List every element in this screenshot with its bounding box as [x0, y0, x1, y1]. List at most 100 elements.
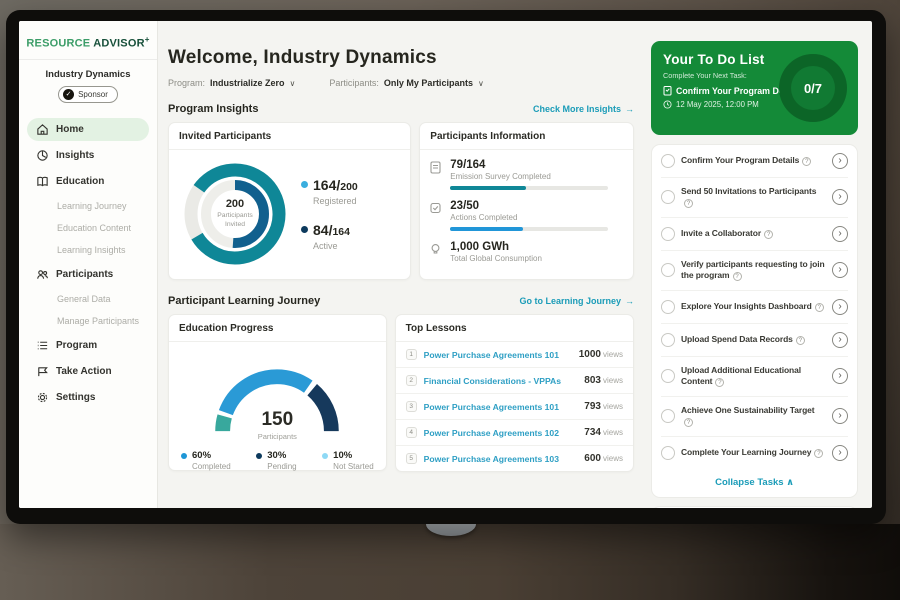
sponsor-badge[interactable]: ✓ Sponsor: [58, 86, 118, 103]
question-icon[interactable]: ?: [802, 157, 811, 166]
monitor-bezel: RESOURCE ADVISOR+ Industry Dynamics ✓ Sp…: [6, 10, 886, 524]
collapse-tasks-link[interactable]: Collapse Tasks ∧: [661, 469, 848, 497]
lesson-row: 2 Financial Considerations - VPPAs 803 v…: [396, 368, 633, 394]
task-label[interactable]: Send 50 Invitations to Participants?: [681, 186, 826, 209]
lesson-link[interactable]: Power Purchase Agreements 101: [424, 350, 579, 360]
question-icon[interactable]: ?: [715, 378, 724, 387]
invited-participants-card: Invited Participants 200: [168, 122, 411, 280]
lesson-link[interactable]: Power Purchase Agreements 101: [424, 402, 585, 412]
chevron-right-icon[interactable]: ›: [832, 189, 848, 205]
sidebar-item-general-data[interactable]: General Data: [27, 289, 149, 309]
completed-dot-icon: [181, 453, 187, 459]
lesson-views: 1000: [579, 349, 601, 360]
question-icon[interactable]: ?: [815, 303, 824, 312]
chevron-right-icon[interactable]: ›: [832, 368, 848, 384]
task-checkbox[interactable]: [661, 154, 675, 168]
active-label: Active: [313, 241, 358, 251]
gauge-legend: 60% Completed 30% Pending 10%: [169, 438, 386, 471]
question-icon[interactable]: ?: [684, 418, 693, 427]
question-icon[interactable]: ?: [796, 336, 805, 345]
lesson-link[interactable]: Power Purchase Agreements 103: [424, 454, 585, 464]
task-checkbox[interactable]: [661, 300, 675, 314]
question-icon[interactable]: ?: [764, 230, 773, 239]
chevron-right-icon[interactable]: ›: [832, 445, 848, 461]
todo-counter: 0/7: [791, 66, 835, 110]
task-label[interactable]: Verify participants requesting to join t…: [681, 259, 826, 282]
chevron-right-icon[interactable]: ›: [832, 332, 848, 348]
question-icon[interactable]: ?: [814, 449, 823, 458]
sidebar-item-education[interactable]: Education: [27, 170, 149, 193]
task-checkbox[interactable]: [661, 446, 675, 460]
chevron-right-icon[interactable]: ›: [832, 299, 848, 315]
chevron-right-icon[interactable]: ›: [832, 226, 848, 242]
task-checkbox[interactable]: [661, 190, 675, 204]
pending-pct: 30%: [267, 450, 296, 461]
task-row: Confirm Your Program Details? ›: [661, 145, 848, 178]
task-label[interactable]: Invite a Collaborator?: [681, 228, 826, 239]
sidebar-item-label: Home: [56, 124, 84, 135]
active-numerator: 84/: [313, 222, 332, 238]
learning-cards-row: Education Progress 150 Participants: [168, 314, 634, 472]
task-label[interactable]: Confirm Your Program Details?: [681, 155, 826, 166]
chevron-right-icon[interactable]: ›: [832, 262, 848, 278]
lesson-row: 5 Power Purchase Agreements 103 600 view…: [396, 446, 633, 471]
filters-row: Program: Industrialize Zero ∨ Participan…: [168, 78, 634, 88]
page-title: Welcome, Industry Dynamics: [168, 47, 634, 69]
question-icon[interactable]: ?: [684, 199, 693, 208]
lesson-views-suffix: views: [603, 428, 623, 437]
task-label[interactable]: Achieve One Sustainability Target?: [681, 405, 826, 428]
book-icon: [36, 175, 49, 188]
sidebar-item-home[interactable]: Home: [27, 118, 149, 141]
go-to-learning-journey-link[interactable]: Go to Learning Journey →: [519, 296, 634, 306]
legend-not-started: 10% Not Started: [322, 450, 373, 471]
todo-progress-ring: 0/7: [779, 54, 847, 122]
sidebar-item-settings[interactable]: Settings: [27, 386, 149, 409]
app-logo[interactable]: RESOURCE ADVISOR+: [19, 29, 157, 60]
sidebar-item-learning-journey[interactable]: Learning Journey: [27, 196, 149, 216]
task-row: Achieve One Sustainability Target? ›: [661, 397, 848, 437]
photo-background: RESOURCE ADVISOR+ Industry Dynamics ✓ Sp…: [0, 0, 900, 600]
sidebar-item-program[interactable]: Program: [27, 334, 149, 357]
task-checkbox[interactable]: [661, 409, 675, 423]
question-icon[interactable]: ?: [733, 272, 742, 281]
chevron-right-icon[interactable]: ›: [832, 153, 848, 169]
sidebar-item-education-content[interactable]: Education Content: [27, 218, 149, 238]
sidebar-nav: Home Insights Education Learn: [19, 113, 157, 414]
lesson-link[interactable]: Financial Considerations - VPPAs: [424, 376, 585, 386]
brand-primary: RESOURCE: [26, 38, 90, 50]
chevron-right-icon[interactable]: ›: [832, 408, 848, 424]
lesson-views: 734: [584, 427, 601, 438]
check-more-insights-link[interactable]: Check More Insights →: [533, 104, 634, 114]
sidebar-item-participants[interactable]: Participants: [27, 263, 149, 286]
clipboard-icon: [663, 85, 672, 96]
task-label[interactable]: Explore Your Insights Dashboard?: [681, 301, 826, 312]
pending-label: Pending: [267, 462, 296, 471]
education-progress-title: Education Progress: [169, 315, 386, 342]
brand-secondary: ADVISOR: [93, 38, 145, 50]
lesson-views-suffix: views: [603, 402, 623, 411]
arrow-right-icon: →: [625, 104, 634, 114]
lesson-link[interactable]: Power Purchase Agreements 102: [424, 428, 585, 438]
invited-participants-title: Invited Participants: [169, 123, 410, 150]
task-checkbox[interactable]: [661, 227, 675, 241]
clock-icon: [663, 100, 672, 109]
chevron-down-icon: ∨: [290, 79, 296, 88]
active-dot-icon: [301, 226, 308, 233]
check-square-icon: [430, 200, 442, 231]
lesson-views-suffix: views: [603, 454, 623, 463]
sidebar-item-take-action[interactable]: Take Action: [27, 360, 149, 383]
task-checkbox[interactable]: [661, 333, 675, 347]
task-label[interactable]: Complete Your Learning Journey?: [681, 447, 826, 458]
sidebar-item-insights[interactable]: Insights: [27, 144, 149, 167]
invited-legend: 164/200 Registered 84/164 Active: [301, 177, 358, 251]
consumption-value: 1,000 GWh: [450, 241, 542, 253]
actions-completed-stat: 23/50 Actions Completed: [430, 200, 621, 231]
participants-filter[interactable]: Participants: Only My Participants ∨: [329, 78, 483, 88]
sidebar-item-manage-participants[interactable]: Manage Participants: [27, 311, 149, 331]
program-filter[interactable]: Program: Industrialize Zero ∨: [168, 78, 295, 88]
task-checkbox[interactable]: [661, 369, 675, 383]
sidebar-item-learning-insights[interactable]: Learning Insights: [27, 240, 149, 260]
task-label[interactable]: Upload Additional Educational Content?: [681, 365, 826, 388]
task-checkbox[interactable]: [661, 263, 675, 277]
task-label[interactable]: Upload Spend Data Records?: [681, 334, 826, 345]
